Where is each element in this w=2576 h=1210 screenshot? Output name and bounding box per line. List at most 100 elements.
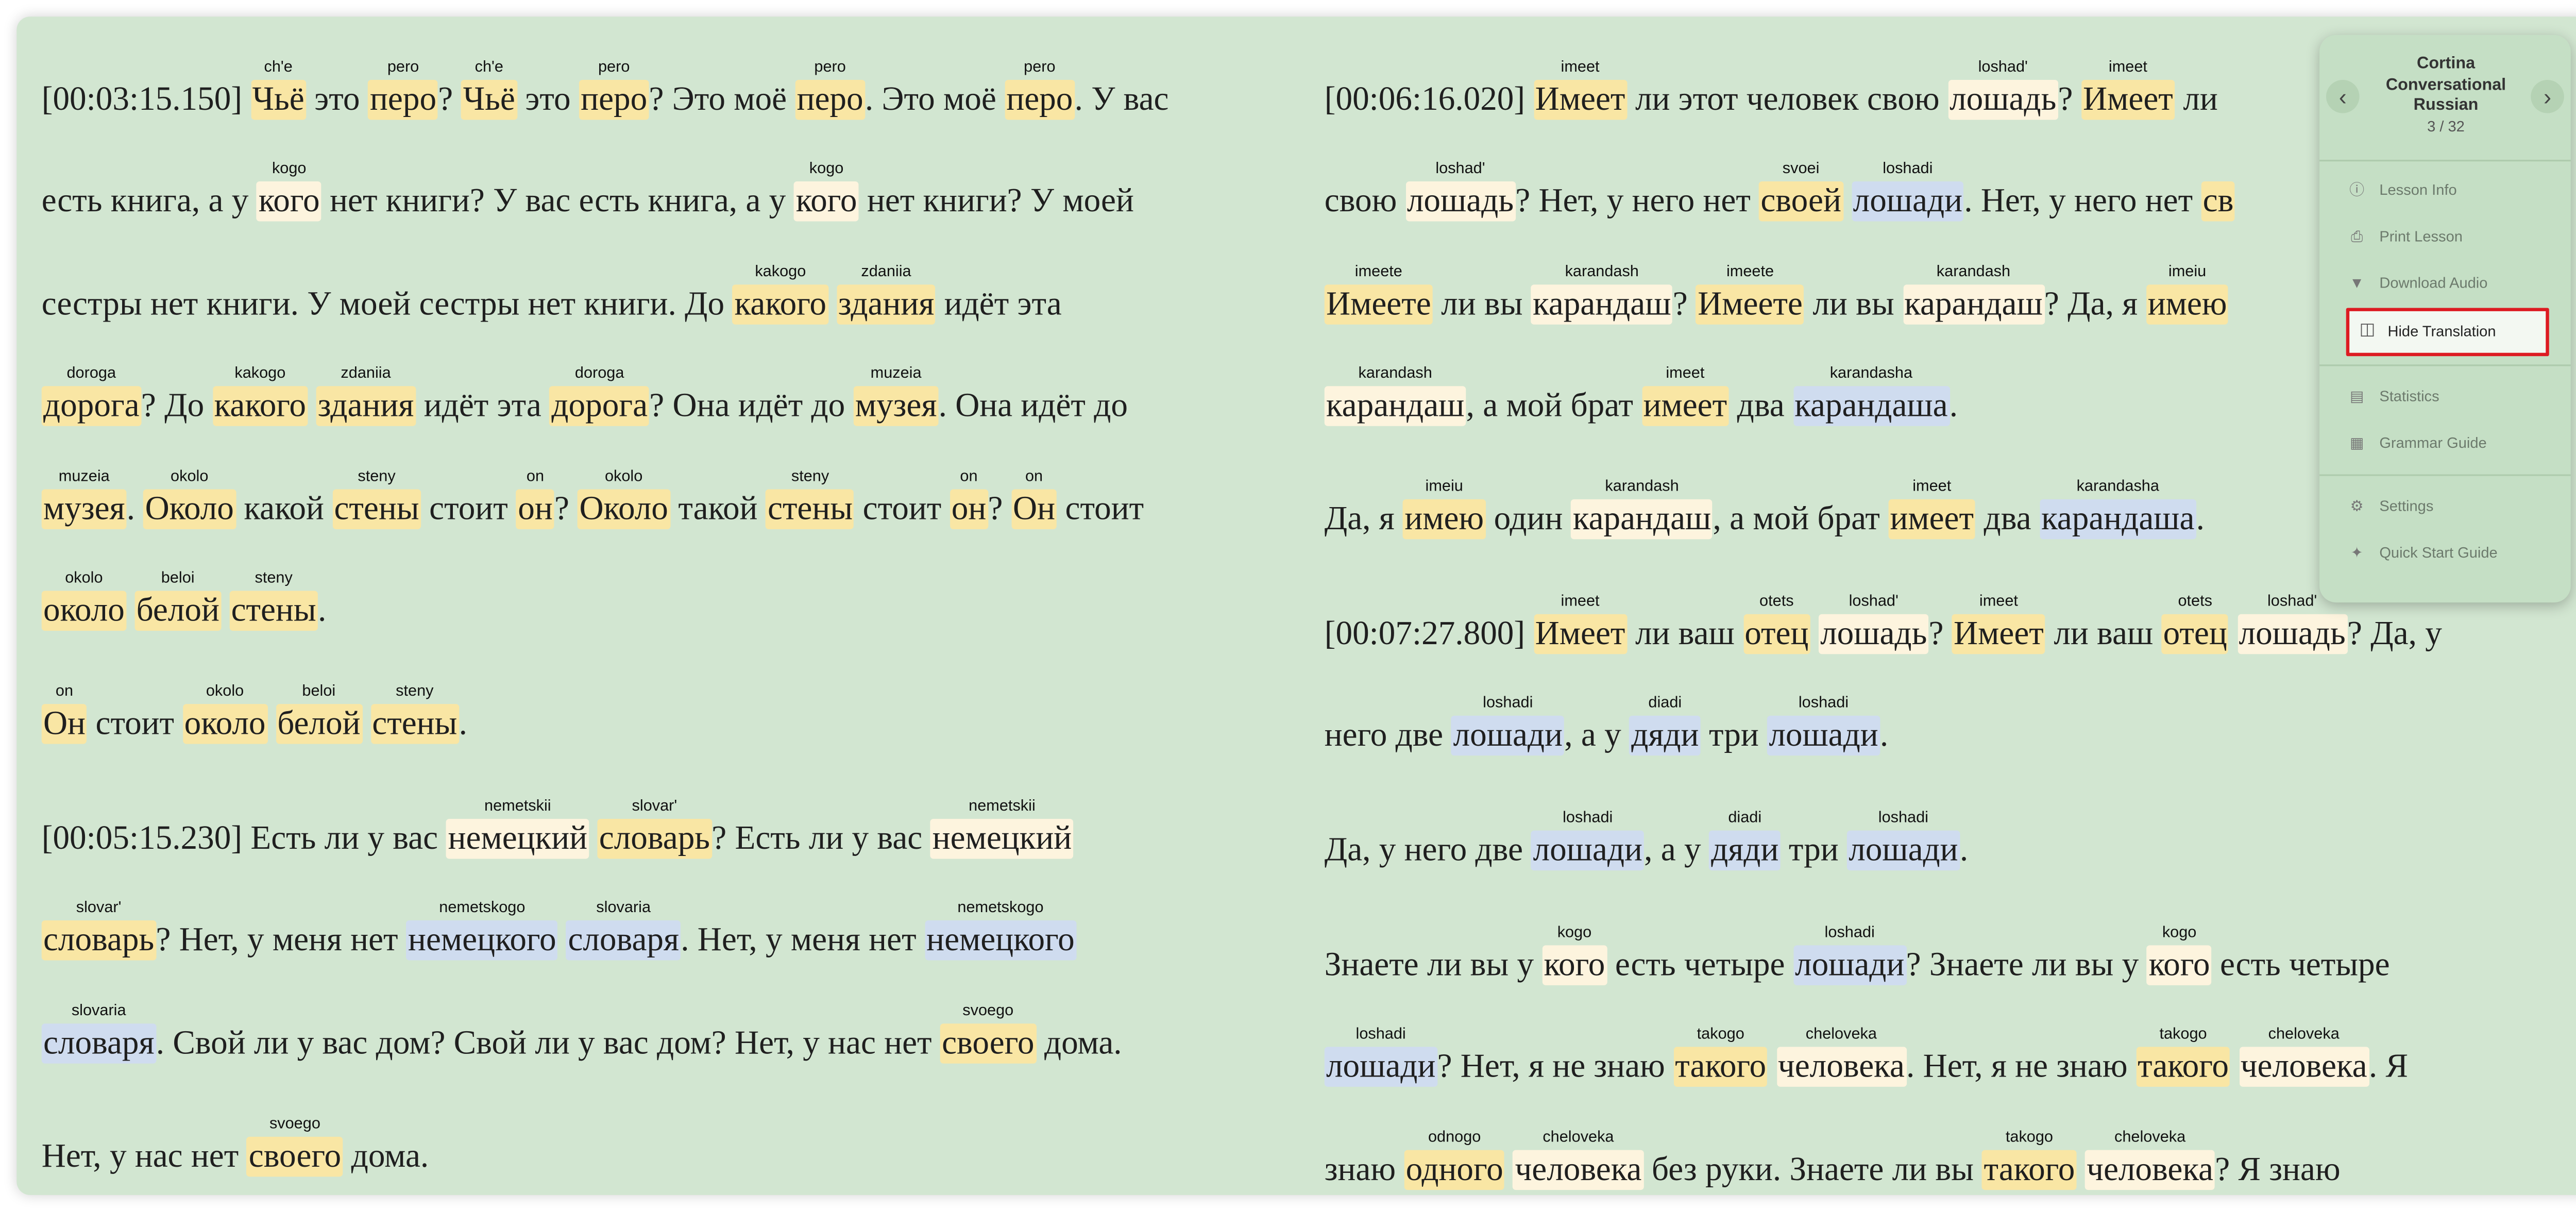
next-lesson-button[interactable]: › [2531,80,2564,113]
vocab-word[interactable]: кого kogo [794,160,859,222]
vocab-word[interactable]: немецкий nemetskii [446,797,589,859]
vocab-word[interactable]: словарь slovar' [41,899,156,961]
vocab-word[interactable]: кого kogo [257,160,321,222]
vocab-word[interactable]: Имеете imeete [1324,263,1433,325]
vocab-word[interactable]: лошади loshadi [1324,1026,1437,1088]
plain-text: Да, у него две [1324,832,1532,869]
vocab-word[interactable]: человека cheloveka [2239,1026,2369,1088]
vocab-word[interactable]: лошадь loshad' [1818,593,1929,654]
vocab-word[interactable]: Чьё ch'e [461,58,517,120]
vocab-word[interactable]: дорога doroga [550,365,650,427]
vocab-word[interactable]: здания zdaniia [316,365,416,427]
vocab-word[interactable]: лошади loshadi [1851,160,1964,222]
vocab-word[interactable]: Имеет imeet [1533,58,1627,120]
menu-item-statistics[interactable]: ▤ Statistics [2348,378,2439,414]
vocab-word[interactable]: немецкого nemetskogo [406,899,558,961]
vocab-word-text: кого [1544,947,1605,984]
vocab-word[interactable]: перо pero [795,58,865,120]
vocab-word[interactable]: он on [516,467,555,529]
vocab-word[interactable]: Около okolo [578,467,670,529]
vocab-word[interactable]: он on [950,467,988,529]
vocab-word[interactable]: перо pero [579,58,649,120]
vocab-word[interactable]: перо pero [1005,58,1075,120]
vocab-word[interactable]: словарь slovar' [597,797,712,859]
menu-item-hide-translation[interactable]: ◫ Hide Translation [2346,308,2549,357]
vocab-word[interactable]: лошадь loshad' [2237,593,2347,654]
vocab-word[interactable]: лошади loshadi [1451,695,1565,757]
menu-item-quick-start-guide[interactable]: ✦ Quick Start Guide [2348,534,2498,571]
vocab-word[interactable]: лошади loshadi [1847,809,1960,871]
vocab-word[interactable]: своего svoego [247,1115,343,1177]
plain-text: один [1485,501,1571,538]
vocab-word[interactable]: Имеете imeete [1696,263,1805,325]
vocab-word[interactable]: св [2201,182,2235,222]
vocab-word[interactable]: стены steny [332,467,421,529]
vocab-word[interactable]: карандаша karandasha [2039,478,2196,540]
vocab-word[interactable]: такого takogo [1673,1026,1768,1088]
vocab-word[interactable]: карандаш karandash [1903,263,2044,325]
vocab-word[interactable]: Он on [1011,467,1057,529]
vocab-word-text: словарь [599,820,710,858]
vocab-word[interactable]: карандаш karandash [1531,263,1673,325]
vocab-word[interactable]: здания zdaniia [836,263,936,325]
vocab-word[interactable]: лошадь loshad' [1405,160,1516,222]
vocab-word[interactable]: человека cheloveka [2084,1128,2215,1190]
vocab-word[interactable]: дяди diadi [1709,809,1781,871]
vocab-word-text: карандаша [2041,501,2195,538]
vocab-word[interactable]: карандаш karandash [1324,365,1466,427]
menu-item-download-audio[interactable]: ▼ Download Audio [2348,265,2487,301]
vocab-word[interactable]: стены steny [766,467,855,529]
vocab-word[interactable]: отец otets [2161,593,2229,654]
vocab-word[interactable]: человека cheloveka [1776,1026,1907,1088]
vocab-word[interactable]: кого kogo [2147,923,2212,985]
vocab-word[interactable]: карандаш karandash [1571,478,1713,540]
vocab-word-text: стены [768,490,853,527]
vocab-word[interactable]: немецкий nemetskii [930,797,1074,859]
vocab-word[interactable]: Он on [41,682,88,744]
vocab-word[interactable]: какого kakogo [212,365,308,427]
vocab-word[interactable]: своего svoego [940,1002,1036,1064]
vocab-word[interactable]: Имеет imeet [1533,593,1627,654]
vocab-word[interactable]: белой beloi [276,682,362,744]
plain-text: [00:03:15.150] [41,81,251,119]
vocab-word[interactable]: отец otets [1743,593,1810,654]
vocab-word[interactable]: музея muzeia [853,365,939,427]
vocab-word[interactable]: лошади loshadi [1531,809,1645,871]
vocab-word[interactable]: словаря slovaria [566,899,681,961]
vocab-word[interactable]: такого takogo [1982,1128,2077,1190]
vocab-word[interactable]: имеет imeet [1888,478,1976,540]
prev-lesson-button[interactable]: ‹ [2326,80,2360,113]
menu-item-settings[interactable]: ⚙ Settings [2348,488,2434,524]
vocab-word[interactable]: Имеет imeet [1952,593,2046,654]
vocab-word[interactable]: лошади loshadi [1767,695,1880,757]
vocab-word[interactable]: белой beloi [134,569,222,631]
vocab-word[interactable]: имею imeiu [2146,263,2229,325]
vocab-word[interactable]: своей svoei [1759,160,1843,222]
vocab-word[interactable]: одного odnogo [1404,1128,1505,1190]
vocab-word[interactable]: словаря slovaria [41,1002,156,1064]
menu-item-lesson-info[interactable]: ⓘ Lesson Info [2348,172,2457,208]
vocab-word[interactable]: Чьё ch'e [250,58,306,120]
vocab-word[interactable]: стены steny [229,569,318,631]
vocab-word[interactable]: человека cheloveka [1513,1128,1643,1190]
vocab-word[interactable]: лошадь loshad' [1947,58,2058,120]
vocab-word[interactable]: карандаша karandasha [1792,365,1950,427]
vocab-word[interactable]: лошади loshadi [1793,923,1906,985]
vocab-word[interactable]: Имеет imeet [2081,58,2175,120]
vocab-word[interactable]: кого kogo [1542,923,1607,985]
vocab-word[interactable]: музея muzeia [41,467,127,529]
vocab-word[interactable]: дяди diadi [1629,695,1701,757]
vocab-word[interactable]: имею imeiu [1403,478,1486,540]
menu-item-print-lesson[interactable]: ⎙ Print Lesson [2348,218,2463,255]
vocab-word[interactable]: имеет imeet [1641,365,1729,427]
vocab-word[interactable]: такого takogo [2136,1026,2231,1088]
vocab-word[interactable]: перо pero [368,58,438,120]
vocab-word[interactable]: стены steny [370,682,459,744]
vocab-word[interactable]: какого kakogo [733,263,828,325]
vocab-word[interactable]: около okolo [182,682,267,744]
vocab-word[interactable]: немецкого nemetskogo [924,899,1077,961]
vocab-word[interactable]: около okolo [41,569,127,631]
vocab-word[interactable]: Около okolo [143,467,236,529]
vocab-word[interactable]: дорога doroga [41,365,141,427]
menu-item-grammar-guide[interactable]: ▦ Grammar Guide [2348,425,2487,461]
